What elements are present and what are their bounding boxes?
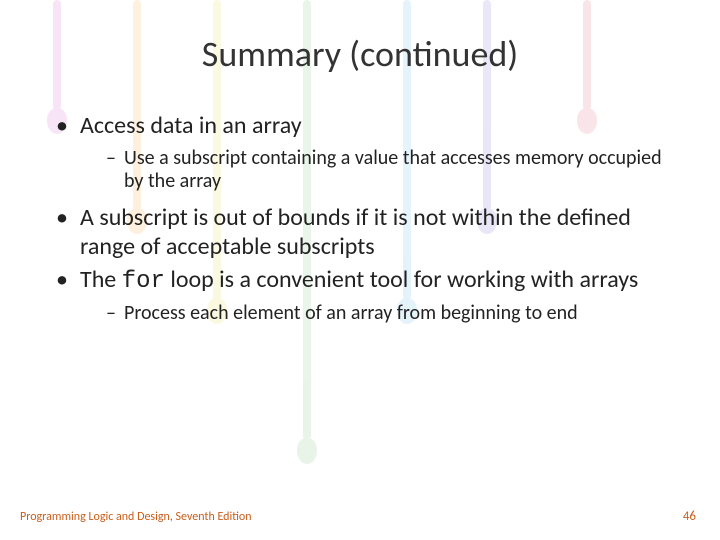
bullet-text: Use a subscript containing a value that … <box>124 146 662 194</box>
sub-list: Process each element of an array from be… <box>80 302 664 326</box>
bullet-text-pre: The <box>80 265 122 294</box>
slide-content: Access data in an array Use a subscript … <box>0 112 720 326</box>
list-item: A subscript is out of bounds if it is no… <box>56 204 664 262</box>
bullet-list: Access data in an array Use a subscript … <box>56 112 664 326</box>
footer-book-title: Programming Logic and Design, Seventh Ed… <box>20 510 252 524</box>
sub-list: Use a subscript containing a value that … <box>80 147 664 194</box>
bullet-text: Access data in an array <box>80 111 302 140</box>
bullet-text: A subscript is out of bounds if it is no… <box>80 203 631 261</box>
list-item: Use a subscript containing a value that … <box>106 147 664 194</box>
bullet-text: Process each element of an array from be… <box>124 301 578 325</box>
list-item: Process each element of an array from be… <box>106 302 664 326</box>
list-item: Access data in an array Use a subscript … <box>56 112 664 194</box>
footer-page-number: 46 <box>683 509 696 524</box>
slide-title: Summary (continued) <box>0 0 720 76</box>
list-item: The for loop is a convenient tool for wo… <box>56 266 664 326</box>
code-keyword: for <box>122 268 165 295</box>
bullet-text-post: loop is a convenient tool for working wi… <box>165 265 638 294</box>
slide: Summary (continued) Access data in an ar… <box>0 0 720 540</box>
